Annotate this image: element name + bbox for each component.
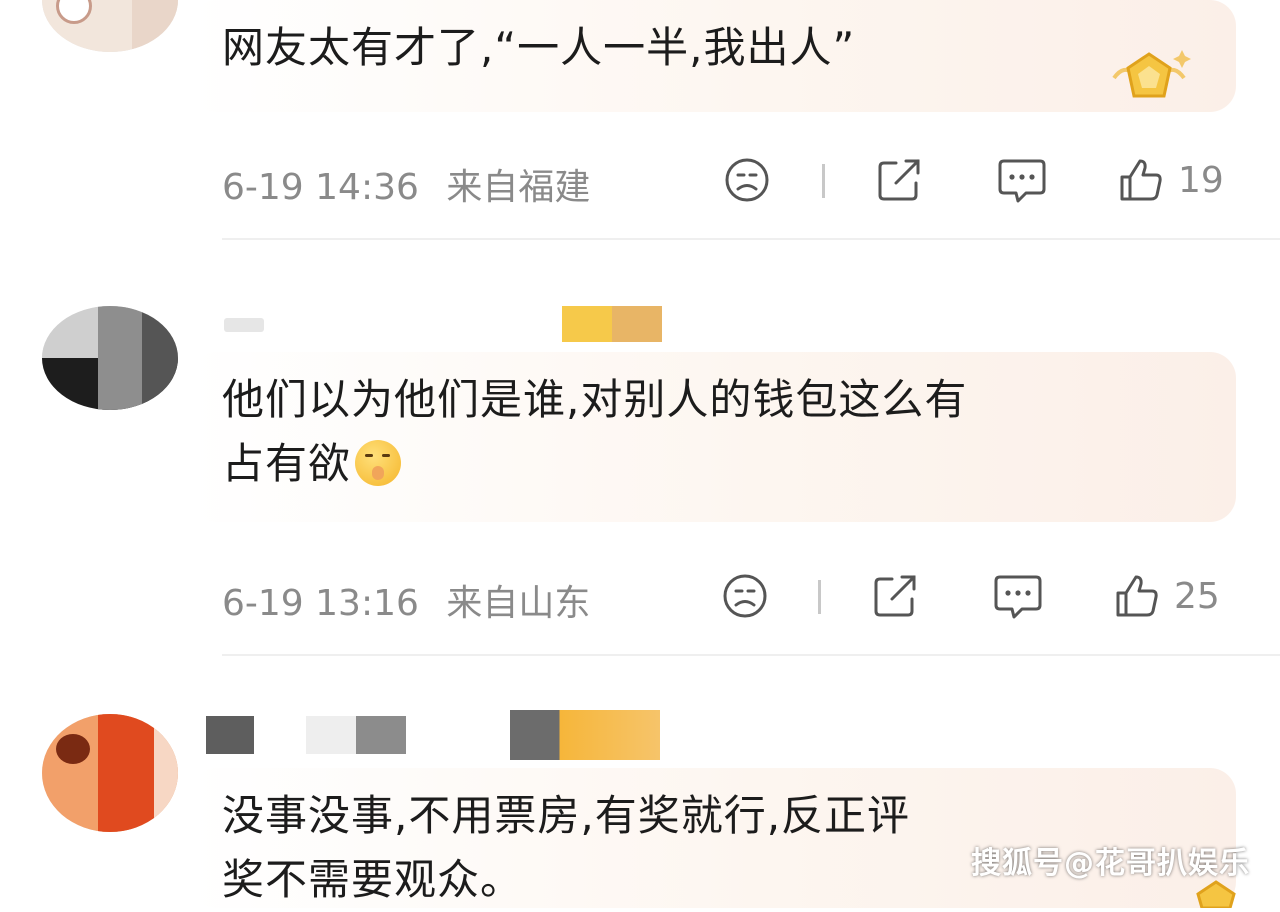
username-placeholder [224, 318, 264, 332]
like-count: 25 [1174, 575, 1220, 617]
like-button[interactable]: 19 [1116, 154, 1224, 206]
dislike-button[interactable] [720, 570, 770, 622]
thumbs-up-icon [1116, 575, 1158, 617]
comment-time: 6-19 13:16 [222, 583, 419, 624]
username-placeholder [306, 716, 406, 754]
thumbs-up-icon [1120, 159, 1162, 201]
medal-badge-icon [1112, 50, 1191, 98]
comment-meta: 6-19 13:16 来自山东 [222, 574, 590, 626]
avatar[interactable] [42, 0, 178, 52]
comment-actions: 19 [720, 154, 1240, 206]
username-placeholder [206, 716, 254, 754]
user-level-badge [510, 710, 660, 760]
comment-location: 来自山东 [446, 583, 591, 624]
like-button[interactable]: 25 [1112, 570, 1220, 622]
frown-face-icon [723, 574, 767, 618]
divider [818, 580, 821, 614]
comment-actions: 25 [720, 570, 1240, 622]
share-icon [878, 159, 920, 201]
share-button[interactable] [874, 154, 924, 206]
share-button[interactable] [870, 570, 920, 622]
avatar[interactable] [42, 306, 178, 410]
avatar[interactable] [42, 714, 178, 832]
comment-text: 网友太有才了,“一人一半,我出人” [222, 23, 856, 72]
share-icon [874, 575, 916, 617]
comment-time: 6-19 14:36 [222, 167, 419, 208]
comment-text: 他们以为他们是谁,对别人的钱包这么有 占有欲 [222, 375, 968, 488]
like-count: 19 [1178, 159, 1224, 201]
divider [822, 164, 825, 198]
comment-item-2: 他们以为他们是谁,对别人的钱包这么有 占有欲 6-19 13:16 来自山东 2… [0, 240, 1280, 656]
dislike-button[interactable] [722, 154, 772, 206]
watermark: 搜狐号@花哥扒娱乐 [971, 846, 1250, 881]
comment-icon [994, 575, 1042, 619]
comment-location: 来自福建 [446, 167, 591, 208]
medal-badge-icon [1196, 880, 1236, 908]
user-level-badge [562, 306, 662, 342]
reply-button[interactable] [992, 570, 1044, 622]
comment-text: 没事没事,不用票房,有奖就行,反正评 奖不需要观众。 [222, 791, 911, 904]
comment-icon [998, 159, 1046, 203]
reply-button[interactable] [996, 154, 1048, 206]
comment-meta: 6-19 14:36 来自福建 [222, 158, 590, 210]
frown-face-icon [725, 158, 769, 202]
comment-item-1: 网友太有才了,“一人一半,我出人” 6-19 14:36 来自福建 19 [0, 0, 1280, 240]
shushing-face-emoji [355, 440, 402, 486]
